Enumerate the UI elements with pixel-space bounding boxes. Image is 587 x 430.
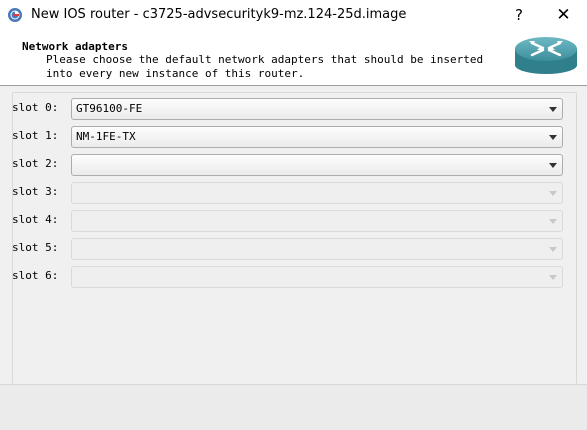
chevron-down-icon[interactable] — [549, 107, 557, 112]
slot-5-adapter-select — [71, 238, 563, 260]
page-subtitle: Please choose the default network adapte… — [46, 53, 484, 80]
slot-4-adapter-select — [71, 210, 563, 232]
button-bar — [0, 385, 587, 430]
slot-label: slot 1: — [12, 129, 59, 142]
slot-0-adapter-select[interactable]: GT96100-FE — [71, 98, 563, 120]
slot-label: slot 2: — [12, 157, 59, 170]
chevron-down-icon — [549, 219, 557, 224]
close-button[interactable]: ✕ — [540, 0, 587, 31]
slot-3-adapter-select — [71, 182, 563, 204]
help-button[interactable]: ? — [502, 0, 536, 31]
title-bar: New IOS router - c3725-advsecurityk9-mz.… — [0, 0, 587, 31]
slot-label: slot 4: — [12, 213, 59, 226]
slot-label: slot 5: — [12, 241, 59, 254]
slot-label: slot 3: — [12, 185, 59, 198]
selected-adapter: GT96100-FE — [76, 102, 143, 115]
chevron-down-icon — [549, 275, 557, 280]
app-icon — [8, 8, 22, 22]
chevron-down-icon[interactable] — [549, 163, 557, 168]
router-icon — [515, 37, 577, 74]
page-title: Network adapters — [22, 40, 128, 53]
chevron-down-icon — [549, 191, 557, 196]
chevron-down-icon[interactable] — [549, 135, 557, 140]
selected-adapter: NM-1FE-TX — [76, 130, 136, 143]
window-title: New IOS router - c3725-advsecurityk9-mz.… — [31, 7, 407, 22]
slot-6-adapter-select — [71, 266, 563, 288]
slot-1-adapter-select[interactable]: NM-1FE-TX — [71, 126, 563, 148]
slot-2-adapter-select[interactable] — [71, 154, 563, 176]
chevron-down-icon — [549, 247, 557, 252]
wizard-header: Network adapters Please choose the defau… — [0, 31, 587, 86]
slot-label: slot 6: — [12, 269, 59, 282]
slot-label: slot 0: — [12, 101, 59, 114]
